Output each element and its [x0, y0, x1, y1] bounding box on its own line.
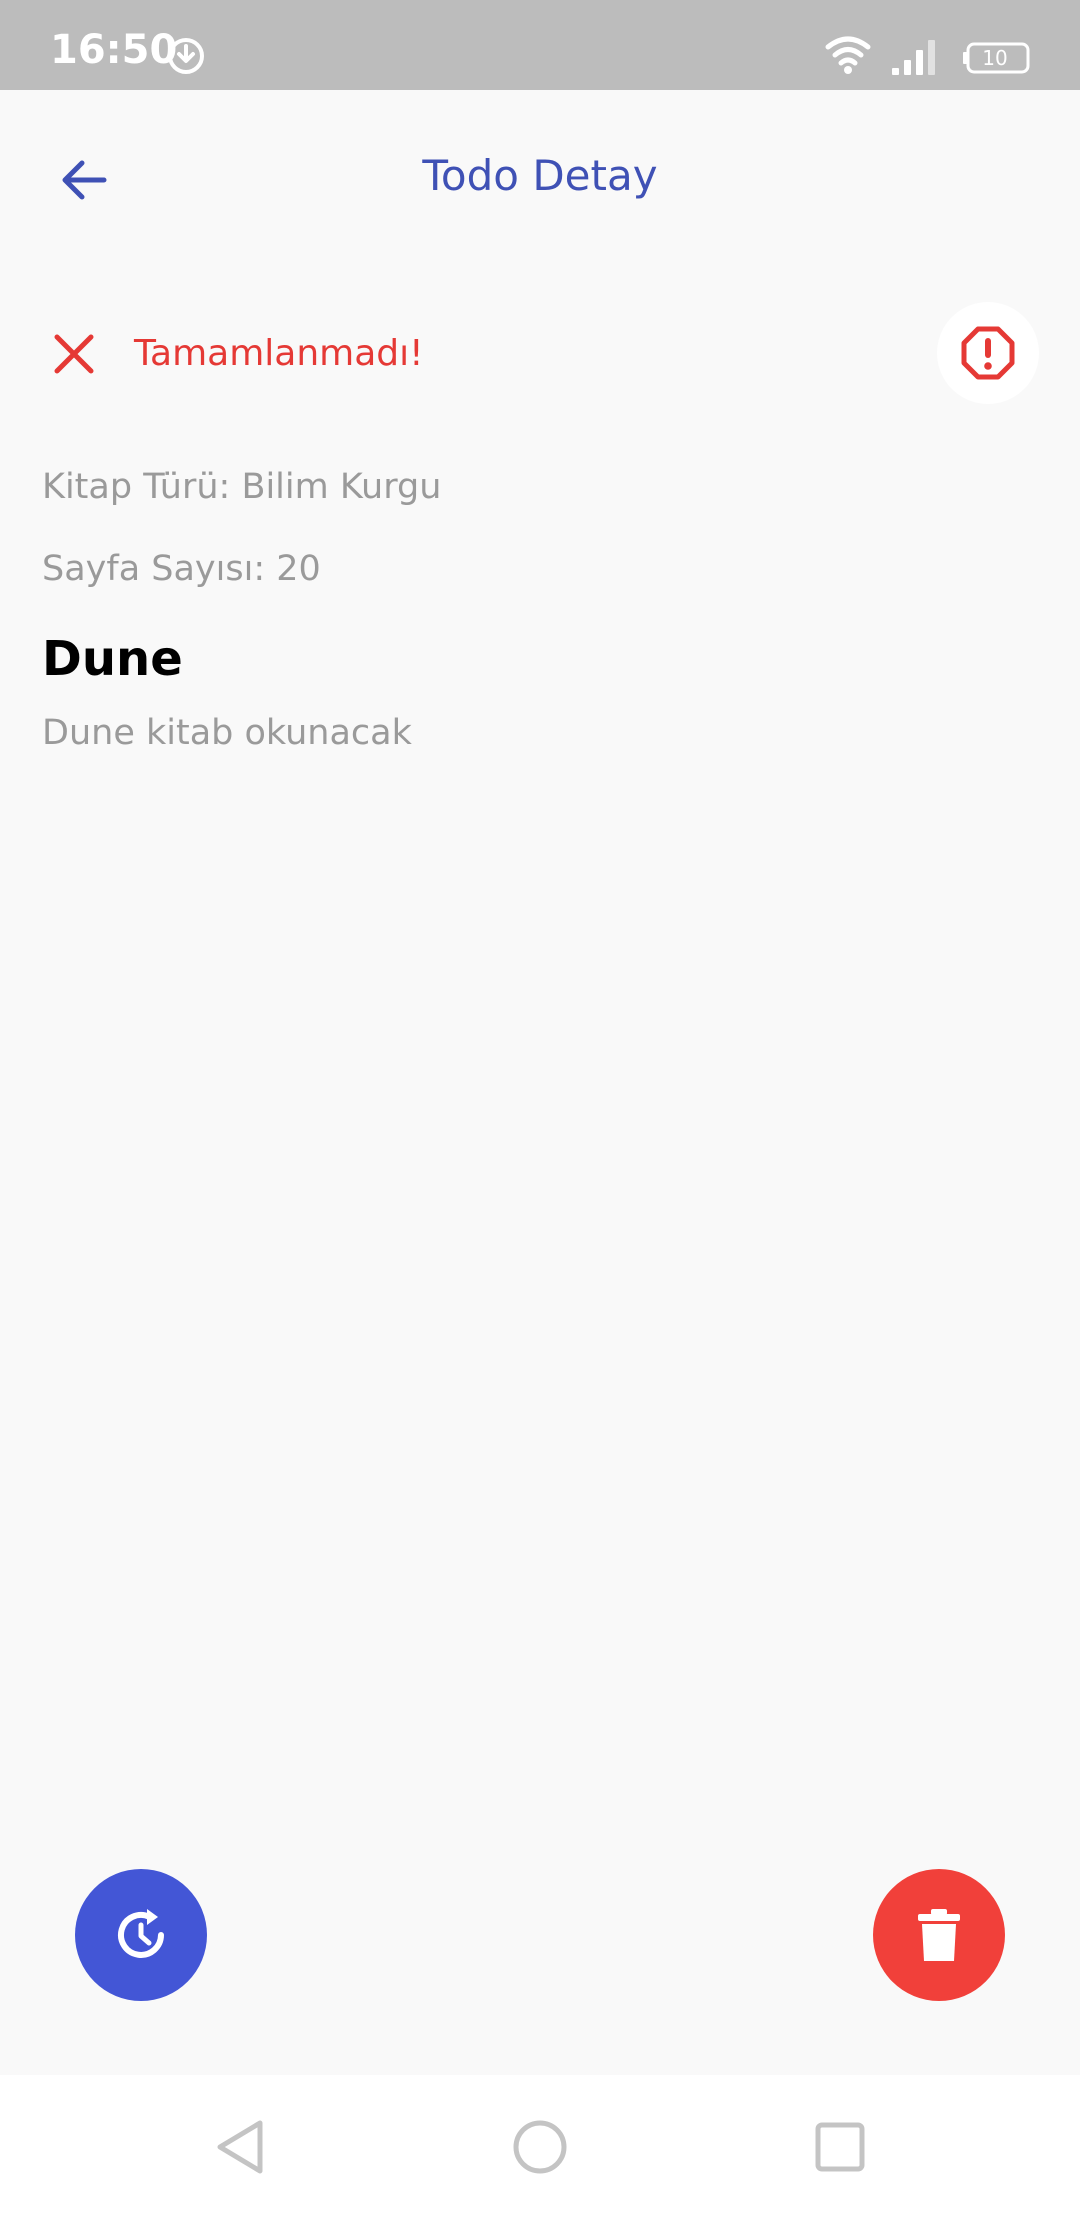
back-icon [217, 2120, 263, 2174]
page-count: Sayfa Sayısı: 20 [42, 549, 321, 589]
restore-icon [118, 1909, 164, 1958]
delete-button[interactable] [873, 1869, 1005, 2001]
home-icon [513, 2120, 567, 2174]
system-nav-bar [0, 2075, 1080, 2220]
status-text: Tamamlanmadı! [134, 333, 424, 374]
page-title: Todo Detay [422, 151, 658, 200]
nav-home-button[interactable] [510, 2117, 570, 2177]
restore-button[interactable] [75, 1869, 207, 2001]
status-time: 16:50 [50, 27, 178, 73]
battery-level: 10 [982, 46, 1008, 70]
todo-title: Dune [42, 631, 183, 687]
todo-description: Dune kitab okunacak [42, 713, 412, 753]
app-bar: Todo Detay [0, 90, 1080, 260]
signal-icon [892, 40, 935, 75]
completion-status: Tamamlanmadı! [0, 300, 1080, 410]
download-icon [168, 38, 204, 74]
mark-complete-button[interactable] [937, 302, 1039, 404]
trash-icon [918, 1909, 960, 1961]
nav-back-button[interactable] [210, 2117, 270, 2177]
wifi-icon [825, 36, 871, 74]
alert-octagon-icon [961, 326, 1015, 380]
status-bar: 16:50 10 [0, 0, 1080, 90]
nav-recents-button[interactable] [810, 2117, 870, 2177]
book-type: Kitap Türü: Bilim Kurgu [42, 467, 442, 507]
close-icon [54, 334, 94, 374]
recents-icon [815, 2122, 865, 2172]
